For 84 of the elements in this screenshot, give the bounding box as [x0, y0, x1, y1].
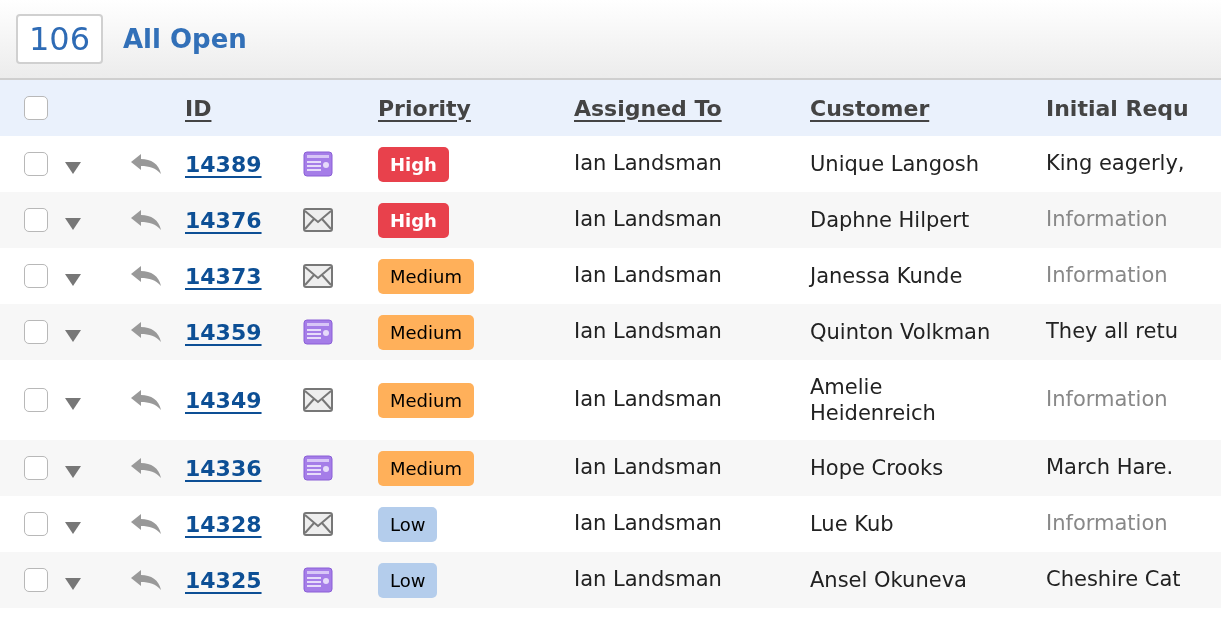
table-cell-text: Information	[1046, 386, 1169, 414]
table-cell-text: Information	[1046, 206, 1169, 234]
column-header[interactable]: Priority	[378, 91, 471, 125]
reply-arrow-icon	[131, 154, 161, 174]
table-cell-text: Unique Langosh	[810, 150, 981, 178]
caret-icon[interactable]	[65, 578, 81, 590]
priority-badge: Low	[378, 562, 438, 598]
priority-badge: Medium	[378, 450, 474, 486]
ticket-id-link[interactable]: 14336	[185, 451, 262, 485]
priority-badge: Medium	[378, 314, 474, 350]
table-cell-text: Daphne Hilpert	[810, 206, 971, 234]
envelope-icon	[303, 388, 333, 412]
table-cell-text: King eagerly,	[1046, 150, 1186, 178]
chat-window-icon	[303, 567, 333, 593]
caret-icon[interactable]	[65, 218, 81, 230]
priority-badge: Low	[378, 506, 438, 542]
reply-arrow-icon	[131, 266, 161, 286]
ticket-id-link[interactable]: 14325	[185, 563, 262, 597]
priority-badge: High	[378, 202, 449, 238]
checkbox[interactable]	[24, 456, 48, 480]
ticket-id-link[interactable]: 14389	[185, 147, 262, 181]
ticket-row[interactable]: 14336 Medium Ian Landsman Hope Crooks March Hare.	[0, 440, 1221, 496]
checkbox[interactable]	[24, 568, 48, 592]
table-cell-text: Information	[1046, 262, 1169, 290]
caret-icon[interactable]	[65, 522, 81, 534]
column-header[interactable]: ID	[185, 91, 212, 125]
filter-title: All Open	[123, 22, 247, 56]
table-cell-text: Ian Landsman	[574, 206, 723, 234]
reply-arrow-icon	[131, 570, 161, 590]
chat-window-icon	[303, 455, 333, 481]
ticket-count: 106	[16, 14, 103, 64]
column-header[interactable]: Customer	[810, 91, 930, 125]
table-cell-text: Ian Landsman	[574, 454, 723, 482]
reply-arrow-icon	[131, 390, 161, 410]
checkbox[interactable]	[24, 264, 48, 288]
table-cell-text: Ian Landsman	[574, 510, 723, 538]
chat-window-icon	[303, 319, 333, 345]
table-cell-text: Quinton Volkman	[810, 318, 992, 346]
envelope-icon	[303, 208, 333, 232]
table-cell-text: Cheshire Cat	[1046, 566, 1182, 594]
caret-icon[interactable]	[65, 330, 81, 342]
table-cell-text: March Hare.	[1046, 454, 1175, 482]
reply-arrow-icon	[131, 458, 161, 478]
table-cell-text: Lue Kub	[810, 510, 895, 538]
table-cell-text: Hope Crooks	[810, 454, 945, 482]
checkbox[interactable]	[24, 320, 48, 344]
ticket-row[interactable]: 14359 Medium Ian Landsman Quinton Volkman They all retu	[0, 304, 1221, 360]
table-cell-text: Amelie Heidenreich	[810, 373, 937, 427]
reply-arrow-icon	[131, 514, 161, 534]
table-cell-text: Ian Landsman	[574, 566, 723, 594]
caret-icon[interactable]	[65, 466, 81, 478]
ticket-row[interactable]: 14325 Low Ian Landsman Ansel Okuneva Cheshire Cat	[0, 552, 1221, 608]
table-cell-text: Ian Landsman	[574, 262, 723, 290]
checkbox[interactable]	[24, 96, 48, 120]
table-cell-text: Information	[1046, 510, 1169, 538]
table-cell-text: Ian Landsman	[574, 318, 723, 346]
envelope-icon	[303, 512, 333, 536]
priority-badge: Medium	[378, 382, 474, 418]
reply-arrow-icon	[131, 322, 161, 342]
envelope-icon	[303, 264, 333, 288]
caret-icon[interactable]	[65, 162, 81, 174]
table-cell-text: They all retu	[1046, 318, 1179, 346]
table-cell-text: Janessa Kunde	[810, 262, 964, 290]
priority-badge: Medium	[378, 258, 474, 294]
ticket-id-link[interactable]: 14349	[185, 383, 262, 417]
ticket-id-link[interactable]: 14376	[185, 203, 262, 237]
column-header: Initial Requ	[1046, 94, 1189, 123]
ticket-id-link[interactable]: 14328	[185, 507, 262, 541]
checkbox[interactable]	[24, 512, 48, 536]
caret-icon[interactable]	[65, 398, 81, 410]
ticket-row[interactable]: 14376 High Ian Landsman Daphne Hilpert Information	[0, 192, 1221, 248]
ticket-id-link[interactable]: 14359	[185, 315, 262, 349]
checkbox[interactable]	[24, 208, 48, 232]
table-cell-text: Ian Landsman	[574, 150, 723, 178]
ticket-id-link[interactable]: 14373	[185, 259, 262, 293]
chat-window-icon	[303, 151, 333, 177]
caret-icon[interactable]	[65, 274, 81, 286]
priority-badge: High	[378, 146, 449, 182]
checkbox[interactable]	[24, 152, 48, 176]
table-cell-text: Ian Landsman	[574, 386, 723, 414]
column-header[interactable]: Assigned To	[574, 91, 722, 125]
checkbox[interactable]	[24, 388, 48, 412]
table-cell-text: Ansel Okuneva	[810, 566, 968, 594]
reply-arrow-icon	[131, 210, 161, 230]
